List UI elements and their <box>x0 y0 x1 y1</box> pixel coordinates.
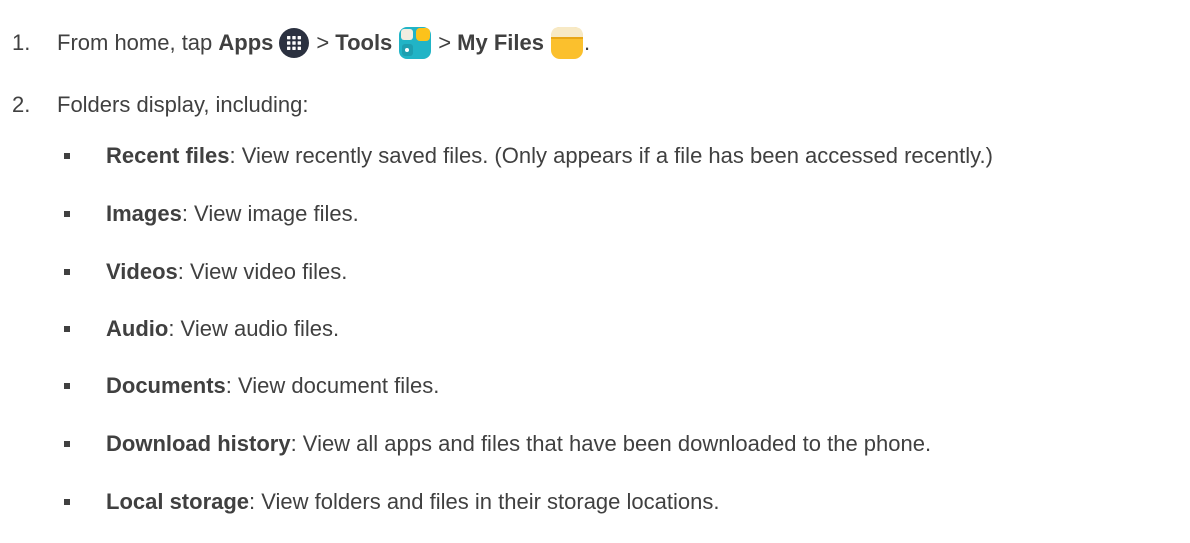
folder-name: Local storage <box>106 489 250 514</box>
apps-label: Apps <box>218 30 274 55</box>
folder-name: Videos <box>106 259 178 284</box>
step-2-text: Folders display, including: <box>57 92 309 117</box>
bullet-square-icon <box>64 441 70 447</box>
tools-folder-icon <box>398 26 432 60</box>
folder-description: : View image files. <box>181 201 359 226</box>
my-files-label: My Files <box>457 30 544 55</box>
bullet-square-icon <box>64 499 70 505</box>
folder-name: Recent files <box>106 143 230 168</box>
separator: > <box>316 30 330 55</box>
separator: > <box>438 30 452 55</box>
list-item: Videos: View video files. <box>64 258 347 286</box>
folder-description: : View document files. <box>225 373 440 398</box>
folder-description: : View recently saved files. (Only appea… <box>229 143 993 168</box>
bullet-square-icon <box>64 383 70 389</box>
tools-label: Tools <box>335 30 393 55</box>
folder-name: Audio <box>106 316 169 341</box>
document: 1. From home, tap Apps > Tools > My File… <box>0 0 1190 543</box>
list-item: Images: View image files. <box>64 200 359 228</box>
folder-name: Download history <box>106 431 291 456</box>
folder-description: : View folders and files in their storag… <box>249 489 720 514</box>
step-2: 2. Folders display, including: <box>12 91 309 119</box>
my-files-folder-icon <box>550 26 584 60</box>
list-item: Recent files: View recently saved files.… <box>64 142 993 170</box>
folder-description: : View all apps and files that have been… <box>290 431 932 456</box>
folder-name: Images <box>106 201 182 226</box>
step-1: 1. From home, tap Apps > Tools > My File… <box>12 26 590 60</box>
bullet-square-icon <box>64 326 70 332</box>
bullet-square-icon <box>64 153 70 159</box>
list-item: Download history: View all apps and file… <box>64 430 931 458</box>
folder-name: Documents <box>106 373 226 398</box>
step-1-end: . <box>583 30 591 55</box>
bullet-square-icon <box>64 211 70 217</box>
bullet-square-icon <box>64 269 70 275</box>
step-number: 2. <box>12 92 31 117</box>
list-item: Audio: View audio files. <box>64 315 339 343</box>
folder-description: : View audio files. <box>168 316 340 341</box>
list-item: Documents: View document files. <box>64 372 439 400</box>
folder-description: : View video files. <box>177 259 348 284</box>
list-item: Local storage: View folders and files in… <box>64 488 719 516</box>
apps-grid-icon <box>278 27 310 59</box>
step-number: 1. <box>12 30 31 55</box>
step-1-intro: From home, tap <box>57 30 213 55</box>
